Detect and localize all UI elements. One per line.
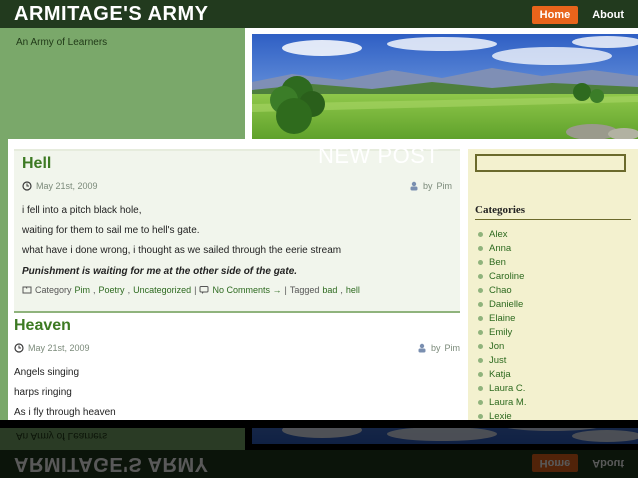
bullet-icon (478, 287, 483, 293)
post-date: May 21st, 2009 (22, 181, 98, 191)
category-item[interactable]: Ben (478, 255, 527, 269)
bullet-icon (478, 399, 483, 405)
site-tagline: An Army of Learners (16, 37, 108, 48)
landscape-image (252, 34, 638, 139)
divider (475, 219, 631, 220)
bullet-icon (478, 385, 483, 391)
site-title[interactable]: ARMITAGE'S ARMY (14, 3, 208, 26)
category-label: Category (35, 285, 72, 295)
reflection-part (252, 428, 638, 444)
bullet-icon (478, 357, 483, 363)
tagline-box: An Army of Learners (8, 28, 245, 139)
post-date-text: May 21st, 2009 (28, 343, 90, 353)
comments-link[interactable]: No Comments → (212, 285, 281, 295)
reflection-part: Home (531, 454, 579, 472)
bullet-icon (478, 343, 483, 349)
reflection-part: An Army of Learners (16, 430, 108, 441)
category-item[interactable]: Danielle (478, 297, 527, 311)
category-item[interactable]: Lexie (478, 409, 527, 420)
nav-home[interactable]: Home (531, 6, 579, 24)
search-input[interactable] (475, 154, 626, 172)
reflection-part: About (592, 457, 624, 469)
clock-icon (14, 343, 24, 353)
tagged-label: Tagged (289, 285, 320, 295)
bullet-icon (478, 231, 483, 237)
post-line: harps ringing (14, 387, 72, 398)
bullet-icon (478, 329, 483, 335)
category-link-uncategorized[interactable]: Uncategorized (133, 285, 191, 295)
post-line: what have i done wrong, i thought as we … (22, 245, 342, 256)
left-bar (0, 28, 8, 420)
site-header: ARMITAGE'S ARMY Home About (0, 0, 638, 28)
bullet-icon (478, 315, 483, 321)
category-item[interactable]: Jon (478, 339, 527, 353)
tag-link-bad[interactable]: bad (322, 285, 337, 295)
post-footer: Category Pim, Poetry, Uncategorized | No… (22, 285, 360, 295)
categories-list: Alex Anna Ben Caroline Chao Danielle Ela… (478, 227, 527, 420)
author-name[interactable]: Pim (445, 343, 461, 353)
comment-icon (199, 286, 209, 294)
category-item[interactable]: Elaine (478, 311, 527, 325)
reflection-mirror: ARMITAGE'S ARMY Home About An Army of Le… (0, 428, 638, 478)
bullet-icon (478, 259, 483, 265)
author-name[interactable]: Pim (437, 181, 453, 191)
post-date-text: May 21st, 2009 (36, 181, 98, 191)
reflection-part (252, 428, 638, 444)
post-line: i fell into a pitch black hole, (22, 205, 142, 216)
sidebar: Categories Alex Anna Ben Caroline Chao D… (468, 149, 638, 420)
user-icon (418, 343, 426, 353)
category-item[interactable]: Emily (478, 325, 527, 339)
tag-link-hell[interactable]: hell (346, 285, 360, 295)
post-title[interactable]: Heaven (14, 317, 71, 335)
category-item[interactable]: Anna (478, 241, 527, 255)
category-item[interactable]: Just (478, 353, 527, 367)
post-line: Angels singing (14, 367, 80, 378)
post-author: by Pim (409, 181, 452, 191)
post-date: May 21st, 2009 (14, 343, 90, 353)
reflection-part: ARMITAGE'S ARMY (14, 453, 209, 475)
category-item[interactable]: Katja (478, 367, 527, 381)
post-hell: Hell May 21st, 2009 by Pim i fell into a… (14, 149, 460, 313)
folder-icon (22, 286, 32, 294)
bullet-icon (478, 245, 483, 251)
author-prefix: by (422, 181, 433, 191)
category-item[interactable]: Alex (478, 227, 527, 241)
bullet-icon (478, 273, 483, 279)
bullet-icon (478, 413, 483, 419)
header-banner-image (252, 34, 638, 139)
stage: ARMITAGE'S ARMY Home About An Army of Le… (0, 0, 638, 420)
user-icon (410, 181, 418, 191)
author-prefix: by (430, 343, 441, 353)
category-item[interactable]: Caroline (478, 269, 527, 283)
bullet-icon (478, 301, 483, 307)
reflection-part: An Army of Learners (8, 428, 245, 450)
reflection-part: Home About (531, 454, 632, 472)
category-item[interactable]: Laura C. (478, 381, 527, 395)
clock-icon (22, 181, 32, 191)
category-link-poetry[interactable]: Poetry (99, 285, 125, 295)
reflection-part (0, 428, 8, 450)
post-title[interactable]: Hell (22, 155, 51, 173)
post-author: by Pim (417, 343, 460, 353)
bullet-icon (478, 371, 483, 377)
new-post-label: NEW POST (318, 143, 440, 168)
category-item[interactable]: Laura M. (478, 395, 527, 409)
post-line: waiting for them to sail me to hell's ga… (22, 225, 200, 236)
post-emphasis-line: Punishment is waiting for me at the othe… (22, 266, 298, 277)
categories-title: Categories (475, 204, 526, 216)
category-item[interactable]: Chao (478, 283, 527, 297)
reflection-part: ARMITAGE'S ARMY Home About (0, 450, 638, 478)
nav-about[interactable]: About (584, 6, 632, 24)
reflection: ARMITAGE'S ARMY Home About An Army of Le… (0, 428, 638, 478)
post-line: As i fly through heaven (14, 407, 116, 418)
category-link-pim[interactable]: Pim (75, 285, 91, 295)
main-nav: Home About (531, 6, 632, 24)
